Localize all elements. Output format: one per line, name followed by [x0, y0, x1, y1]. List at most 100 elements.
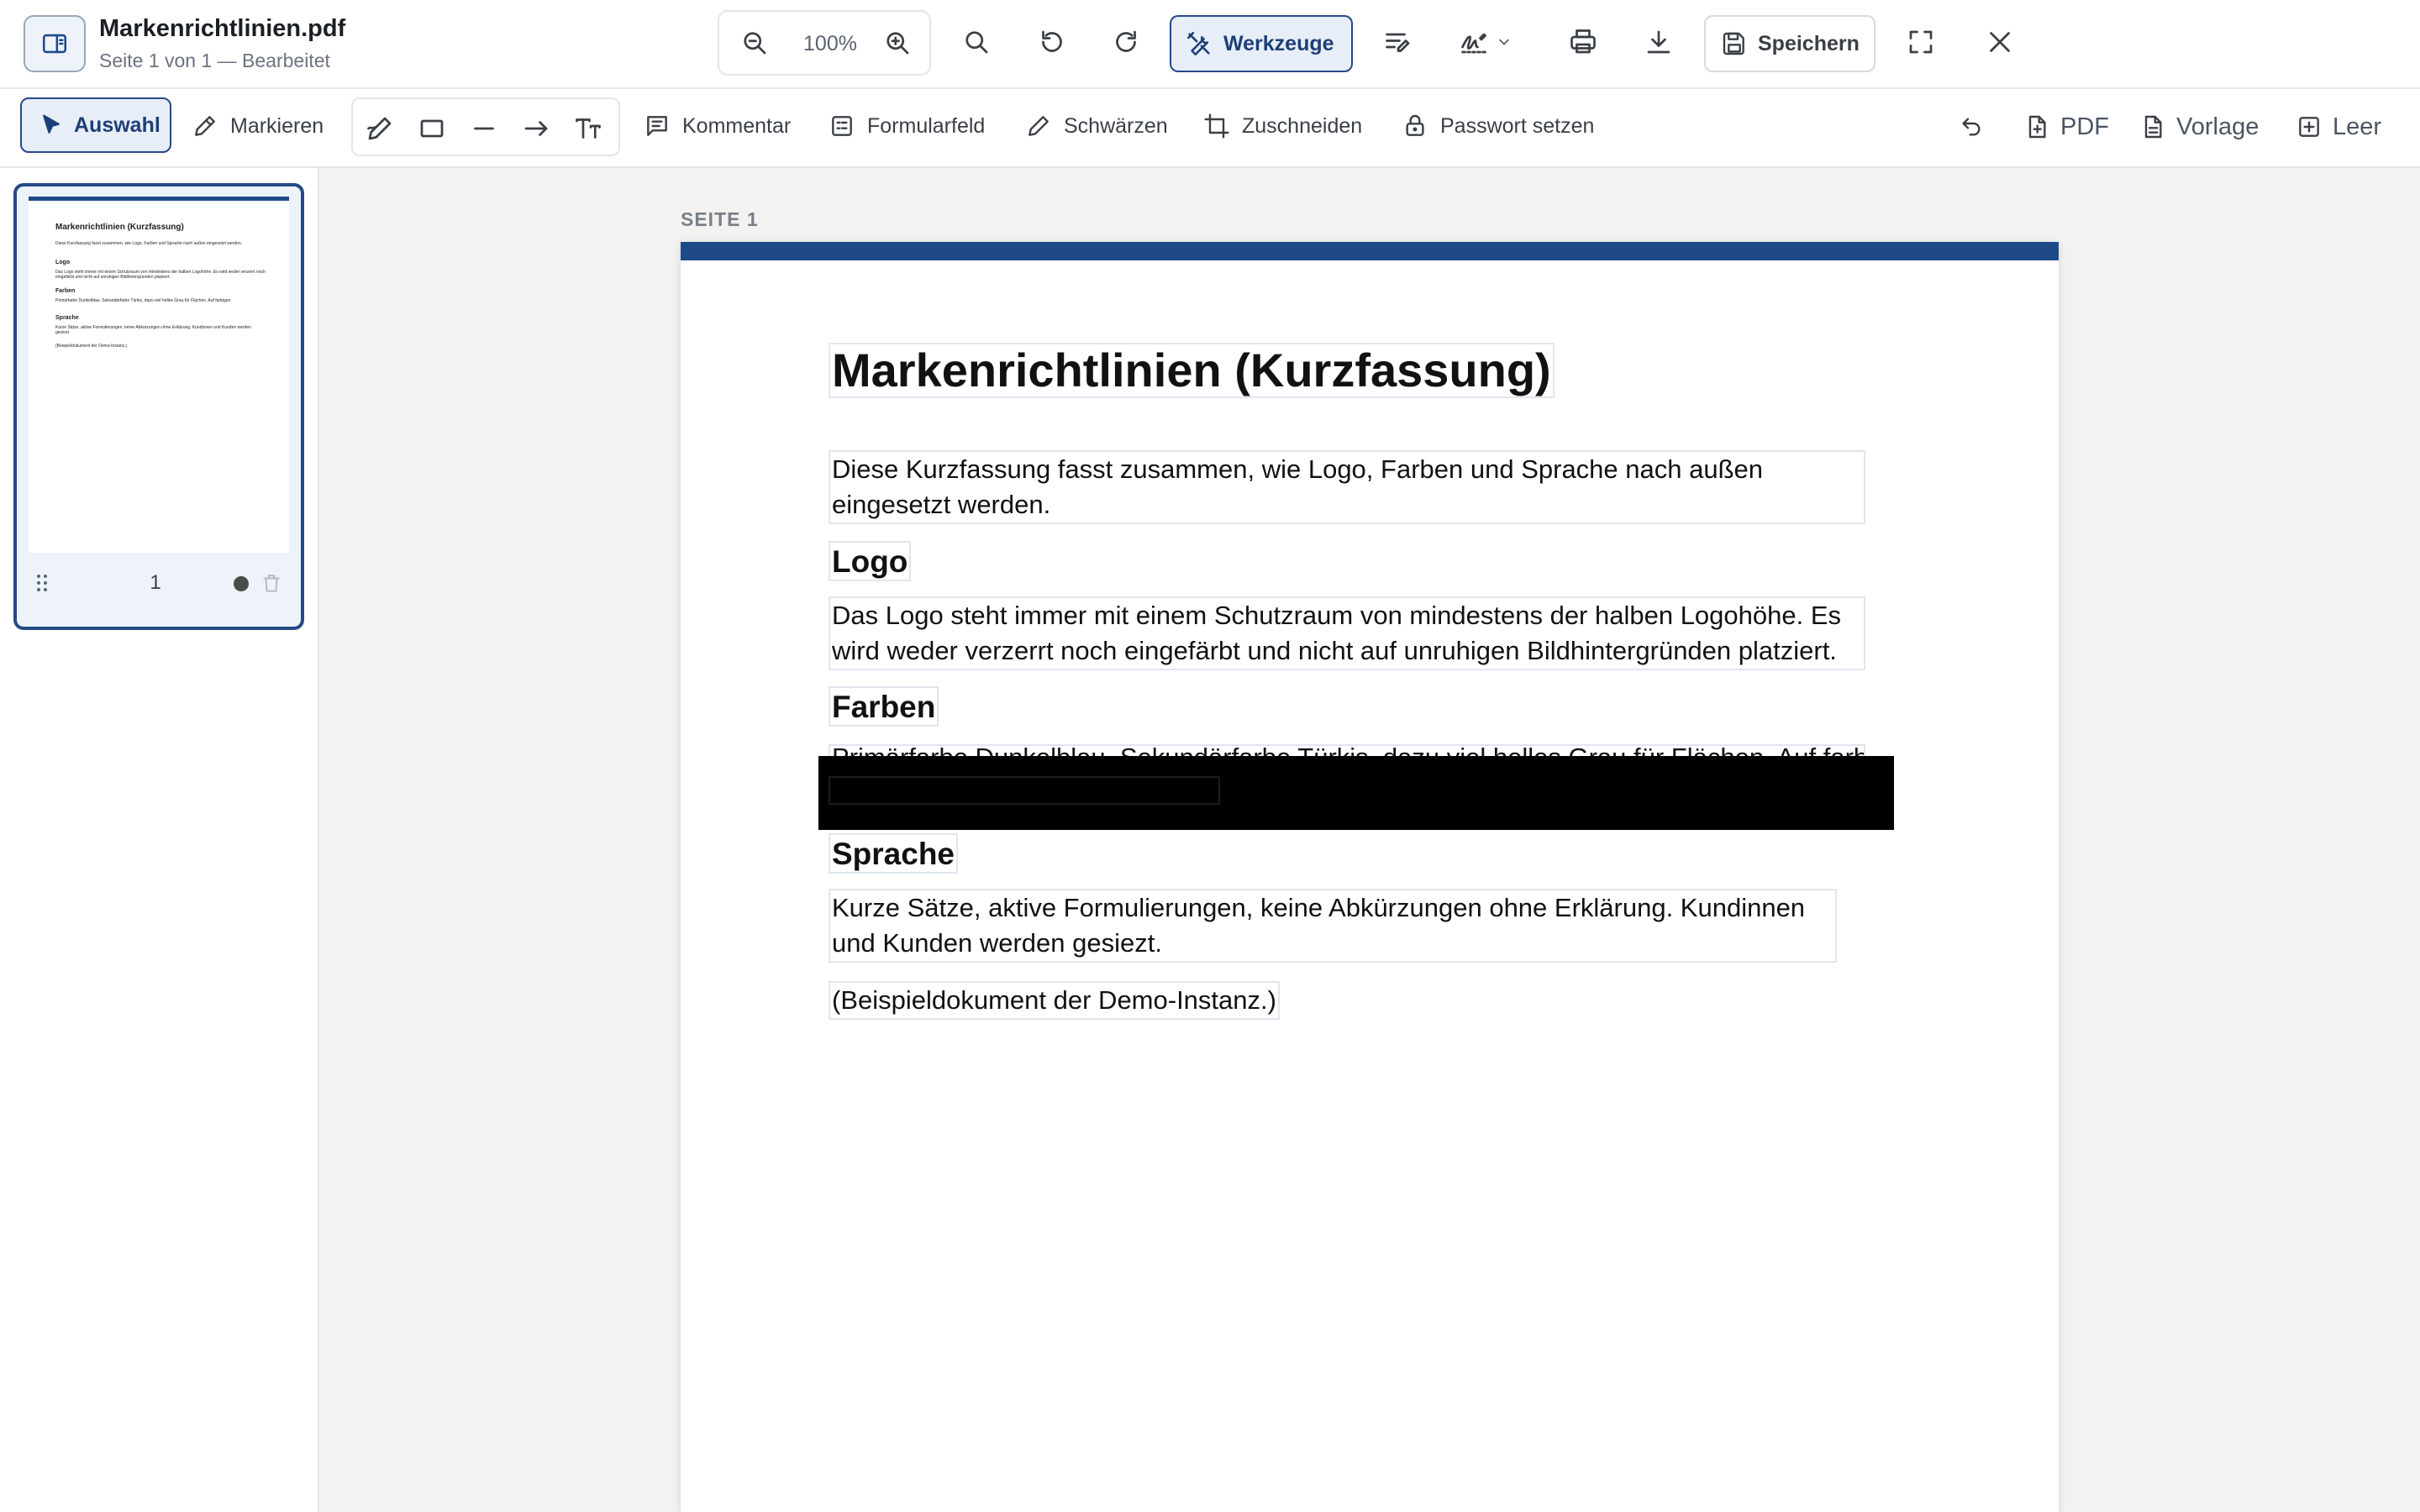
shape-tools-group: [351, 97, 620, 156]
page-label: SEITE 1: [681, 208, 759, 230]
close-icon: [1990, 32, 2010, 52]
search-button[interactable]: [961, 27, 992, 57]
thumbnail-preview: Markenrichtlinien (Kurzfassung) Diese Ku…: [29, 197, 289, 553]
drag-handle[interactable]: [34, 573, 50, 593]
thumbnail-page-number: 1: [150, 571, 161, 594]
text-edit-button[interactable]: [1383, 27, 1413, 57]
signature-button[interactable]: [1459, 27, 1512, 57]
signature-icon: [1461, 33, 1486, 54]
footer-note[interactable]: (Beispieldokument der Demo-Instanz.): [829, 981, 1280, 1020]
redaction-block[interactable]: [818, 756, 1894, 830]
download-icon: [1647, 30, 1670, 54]
zoom-in-icon: [886, 32, 909, 55]
crop-tool-button[interactable]: Zuschneiden: [1203, 106, 1362, 146]
draw-tool-button[interactable]: [365, 113, 395, 144]
thumbnail-footer-note: (Beispieldokument der Demo-Instanz.): [55, 344, 128, 349]
lock-icon: [1406, 114, 1424, 136]
blank-page-icon: [2299, 117, 2319, 137]
document-title[interactable]: Markenrichtlinien (Kurzfassung): [829, 343, 1555, 398]
redact-tool-button[interactable]: Schwärzen: [1025, 106, 1168, 146]
insert-blank-page-label: Leer: [2333, 113, 2382, 140]
crop-icon: [1204, 113, 1229, 139]
page-status-dot: [234, 576, 249, 591]
arrow-tool-button[interactable]: [521, 113, 551, 144]
insert-template-button[interactable]: Vorlage: [2139, 108, 2259, 146]
print-icon: [1570, 29, 1596, 54]
zoom-controls: 100%: [718, 10, 931, 76]
download-button[interactable]: [1644, 27, 1674, 57]
redact-pen-icon: [1028, 116, 1049, 136]
select-tool-label: Auswahl: [74, 113, 160, 137]
zoom-level[interactable]: 100%: [788, 32, 872, 56]
sidebar-toggle-button[interactable]: [24, 15, 86, 72]
form-field-tool-label: Formularfeld: [867, 113, 986, 138]
insert-pdf-label: PDF: [2060, 113, 2109, 140]
text-edit-icon: [1386, 33, 1410, 52]
thumbnail-heading-logo: Logo: [55, 260, 71, 265]
document-filename: Markenrichtlinien.pdf: [99, 15, 346, 42]
highlight-tool-label: Markieren: [230, 113, 324, 138]
crop-tool-label: Zuschneiden: [1242, 113, 1363, 138]
heading-sprache[interactable]: Sprache: [829, 833, 959, 874]
page-thumbnail[interactable]: Markenrichtlinien (Kurzfassung) Diese Ku…: [13, 183, 304, 630]
heading-logo[interactable]: Logo: [829, 541, 912, 581]
thumbnail-panel: Markenrichtlinien (Kurzfassung) Diese Ku…: [0, 168, 319, 1512]
draw-icon: [367, 117, 392, 140]
close-button[interactable]: [1985, 27, 2015, 57]
document-page[interactable]: Markenrichtlinien (Kurzfassung) Diese Ku…: [681, 242, 2059, 1512]
zoom-out-button[interactable]: [739, 28, 770, 58]
rectangle-tool-button[interactable]: [417, 113, 447, 144]
form-field-tool-button[interactable]: Formularfeld: [829, 106, 985, 146]
rotate-right-button[interactable]: [1111, 27, 1141, 57]
line-icon: [474, 127, 494, 130]
template-file-icon: [2144, 115, 2162, 139]
document-status: Seite 1 von 1 — Bearbeitet: [99, 50, 330, 71]
tools-icon: [1186, 31, 1210, 56]
password-tool-label: Passwort setzen: [1440, 113, 1595, 138]
cursor-icon: [43, 114, 60, 134]
comment-tool-button[interactable]: Kommentar: [644, 106, 791, 146]
page-header-bar: [681, 242, 2059, 260]
redact-tool-label: Schwärzen: [1064, 113, 1168, 138]
top-bar: Markenrichtlinien.pdf Seite 1 von 1 — Be…: [0, 0, 2420, 89]
insert-blank-page-button[interactable]: Leer: [2296, 108, 2381, 146]
thumbnail-logo-text: Das Logo steht immer mit einem Schutzrau…: [55, 270, 266, 281]
rotate-left-button[interactable]: [1037, 27, 1067, 57]
thumbnail-farben-text: Primärfarbe Dunkelblau. Sekundärfarbe Tü…: [55, 298, 231, 303]
undo-button[interactable]: [1958, 108, 1985, 146]
thumbnail-heading-sprache: Sprache: [55, 315, 79, 321]
form-field-icon: [832, 116, 852, 136]
logo-paragraph[interactable]: Das Logo steht immer mit einem Schutzrau…: [829, 596, 1865, 670]
text-tool-button[interactable]: [573, 113, 603, 144]
drag-handle-icon: [37, 575, 47, 591]
intro-paragraph[interactable]: Diese Kurzfassung fasst zusammen, wie Lo…: [829, 450, 1865, 524]
trash-icon: [263, 575, 280, 592]
select-tool-button[interactable]: Auswahl: [20, 97, 171, 153]
save-button[interactable]: Speichern: [1704, 15, 1876, 72]
comment-tool-label: Kommentar: [682, 113, 792, 138]
tools-button[interactable]: Werkzeuge: [1170, 15, 1353, 72]
tools-label: Werkzeuge: [1223, 31, 1334, 55]
rotate-right-icon: [1116, 30, 1136, 52]
sprache-paragraph[interactable]: Kurze Sätze, aktive Formulierungen, kein…: [829, 889, 1837, 963]
text-size-icon: [576, 118, 601, 139]
print-button[interactable]: [1568, 27, 1598, 57]
arrow-icon: [524, 121, 548, 136]
zoom-out-icon: [744, 32, 766, 55]
save-icon: [1723, 32, 1744, 55]
password-tool-button[interactable]: Passwort setzen: [1402, 106, 1594, 146]
insert-template-label: Vorlage: [2176, 113, 2260, 140]
thumbnail-footer: 1: [17, 563, 301, 605]
line-tool-button[interactable]: [469, 113, 499, 144]
pen-icon: [195, 116, 215, 136]
rectangle-icon: [420, 119, 444, 138]
tool-bar: Auswahl Markieren Kommentar Formularfeld…: [0, 89, 2420, 168]
zoom-in-button[interactable]: [882, 28, 913, 58]
fullscreen-icon: [1909, 30, 1933, 54]
heading-farben[interactable]: Farben: [829, 686, 939, 727]
redaction-inner-frame: [829, 776, 1220, 805]
delete-page-button[interactable]: [260, 573, 282, 595]
insert-pdf-button[interactable]: PDF: [2023, 108, 2109, 146]
highlight-tool-button[interactable]: Markieren: [192, 106, 324, 146]
fullscreen-button[interactable]: [1906, 27, 1936, 57]
